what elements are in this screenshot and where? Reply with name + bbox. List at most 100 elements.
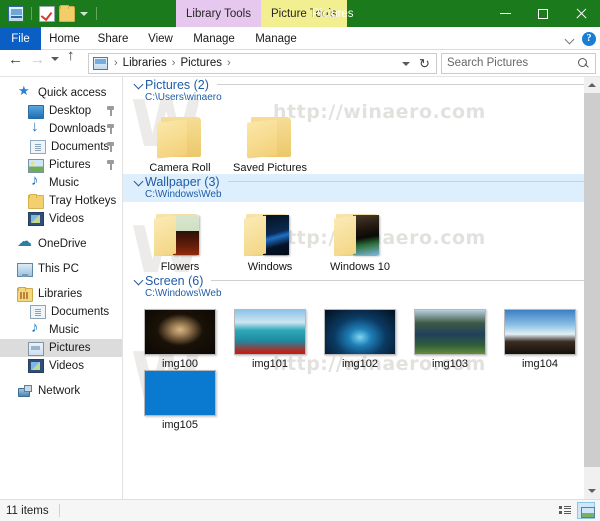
network-icon [17,384,33,398]
vertical-scrollbar[interactable] [584,77,600,499]
tab-share[interactable]: Share [88,27,138,50]
sidebar-item-documents[interactable]: Documents [0,303,122,321]
file-item[interactable]: Windows [225,212,315,273]
chevron-down-icon[interactable] [133,275,145,287]
file-item[interactable]: Camera Roll [135,115,225,174]
file-list-view[interactable]: Whttp://winaero.comWhttp://winaero.comWh… [123,77,600,499]
scroll-down-button[interactable] [584,483,600,499]
file-item-label: Camera Roll [149,162,211,174]
computer-icon[interactable] [93,56,108,70]
maximize-button[interactable] [524,0,562,27]
sidebar-item-quick-access[interactable]: Quick access [0,84,122,102]
details-view-button[interactable] [556,502,574,519]
group-items: Flowers Windows Windows 10 [123,202,600,273]
file-item[interactable]: img101 [225,309,315,370]
large-icons-view-button[interactable] [577,502,595,519]
quick-access-toolbar [8,0,100,27]
close-button[interactable] [562,0,600,27]
up-button[interactable] [64,52,86,74]
file-item-label: img103 [431,358,469,370]
pin-icon[interactable] [107,160,115,170]
file-item-label: img100 [161,358,199,370]
group-divider [211,280,590,281]
breadcrumb-item-libraries[interactable]: Libraries [122,57,168,69]
file-item[interactable]: img105 [135,370,225,431]
music-icon [28,320,44,337]
file-item[interactable]: img102 [315,309,405,370]
chevron-down-icon[interactable] [133,79,145,91]
sidebar-item-network[interactable]: Network [0,382,122,400]
sidebar-item-pictures[interactable]: Pictures [0,156,122,174]
pin-icon[interactable] [107,124,115,134]
qat-divider [31,7,32,20]
forward-button[interactable] [26,52,48,74]
group-header[interactable]: Screen (6) C:\Windows\Web [123,273,600,301]
window-title: Pictures [312,7,354,20]
tab-view[interactable]: View [138,27,183,50]
this-pc-icon [17,262,33,277]
customize-qat-icon[interactable] [79,6,89,22]
refresh-icon[interactable]: ↻ [418,57,431,70]
previous-locations-icon[interactable] [400,58,412,70]
sidebar-item-music[interactable]: Music [0,320,122,339]
tab-file[interactable]: File [0,27,41,50]
scroll-up-button[interactable] [584,77,600,93]
explorer-system-menu-icon[interactable] [8,5,24,22]
sidebar-item-label: Videos [49,360,84,372]
tab-home[interactable]: Home [41,27,88,50]
file-item[interactable]: img100 [135,309,225,370]
folder-with-preview-icon [153,212,207,258]
title-bar: Library Tools Picture Tools Pictures [0,0,600,27]
scrollbar-thumb[interactable] [584,93,600,467]
explorer-window: Library Tools Picture Tools Pictures Fil… [0,0,600,521]
chevron-down-icon[interactable] [133,176,145,188]
sidebar-item-desktop[interactable]: Desktop [0,102,122,120]
sidebar-item-videos[interactable]: Videos [0,210,122,228]
recent-locations-button[interactable] [48,52,64,74]
breadcrumb-separator-2[interactable]: › [223,57,235,69]
breadcrumb-separator-1: › [171,57,176,69]
group-header[interactable]: Wallpaper (3) C:\Windows\Web [123,174,600,202]
sidebar-item-tray-hotkeys[interactable]: Tray Hotkeys [0,192,122,210]
new-folder-icon[interactable] [59,4,75,22]
group-title: Pictures (2) [145,77,209,92]
group-header[interactable]: Pictures (2) C:\Users\winaero [123,77,600,105]
tab-manage-library[interactable]: Manage [183,27,245,50]
caption-buttons [486,0,600,27]
sidebar-item-this-pc[interactable]: This PC [0,260,122,278]
help-icon[interactable]: ? [582,31,596,46]
search-input[interactable]: Search Pictures [441,52,596,74]
back-button[interactable] [4,52,26,74]
minimize-button[interactable] [486,0,524,27]
image-thumbnail [144,370,216,416]
file-item[interactable]: Flowers [135,212,225,273]
sidebar-item-libraries[interactable]: Libraries [0,285,122,303]
file-item[interactable]: img103 [405,309,495,370]
view-mode-buttons [556,502,595,519]
sidebar-item-downloads[interactable]: Downloads [0,119,122,138]
file-item[interactable]: img104 [495,309,585,370]
sidebar-item-music[interactable]: Music [0,173,122,192]
image-thumbnail [504,309,576,355]
pin-icon[interactable] [107,106,115,116]
chevron-down-icon[interactable] [566,34,575,43]
breadcrumb-item-pictures[interactable]: Pictures [179,57,223,69]
close-icon [575,7,588,20]
pin-icon[interactable] [107,142,115,152]
breadcrumb[interactable]: › Libraries › Pictures › ↻ [88,52,437,74]
sidebar-item-documents[interactable]: Documents [0,138,122,156]
search-icon[interactable] [577,57,590,70]
sidebar-item-onedrive[interactable]: OneDrive [0,234,122,253]
navigation-pane: Quick access Desktop Downloads Documents Pic… [0,77,123,499]
properties-icon[interactable] [39,5,55,22]
star-icon [17,84,33,100]
file-item[interactable]: Saved Pictures [225,115,315,174]
file-item[interactable]: Windows 10 [315,212,405,273]
minimize-icon [499,13,511,14]
contextual-tab-library-tools[interactable]: Library Tools [176,0,261,27]
sidebar-item-pictures[interactable]: Pictures [0,339,122,357]
search-placeholder: Search Pictures [447,57,529,69]
tab-manage-picture[interactable]: Manage [245,27,307,50]
sidebar-item-videos[interactable]: Videos [0,357,122,375]
